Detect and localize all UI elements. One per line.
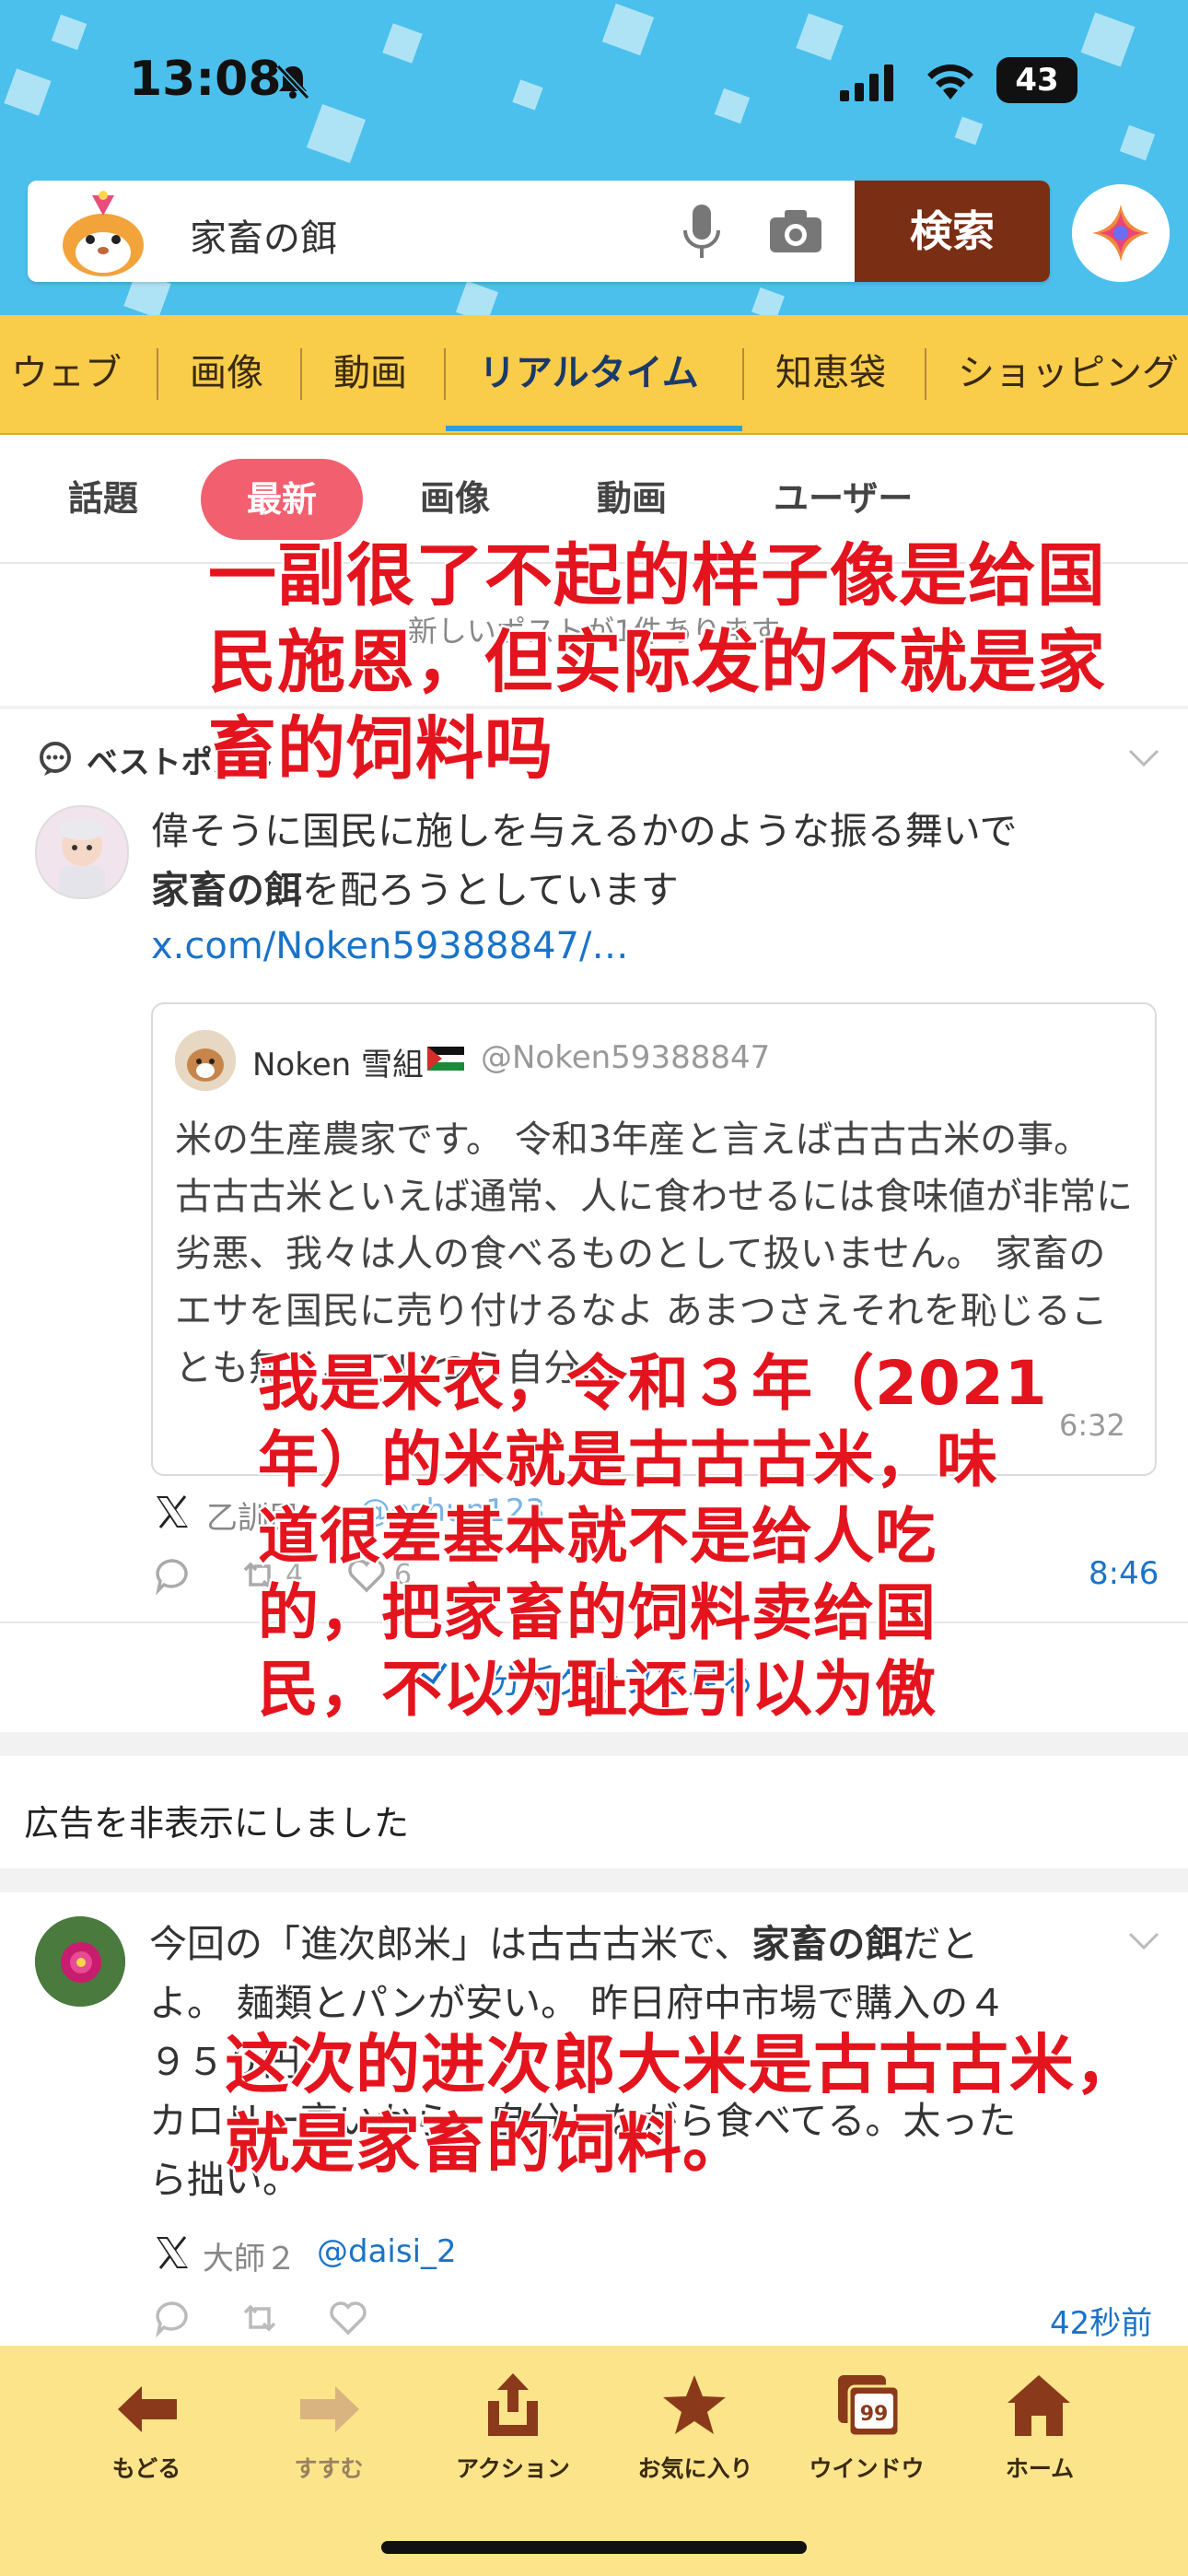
x-logo-icon (157, 1495, 188, 1528)
toolbar-forward-label[interactable]: すすむ (250, 2451, 407, 2484)
chevron-down-icon[interactable] (1127, 748, 1160, 768)
reply-icon[interactable] (153, 1555, 193, 1596)
avatar[interactable] (35, 1916, 125, 2007)
home-indicator[interactable] (381, 2541, 807, 2554)
post-author-handle[interactable]: @daisi_2 (317, 2233, 457, 2270)
quote-author-name[interactable]: Noken 雪組 (252, 1039, 424, 1084)
toolbar-back-label[interactable]: もどる (68, 2451, 225, 2484)
search-button[interactable]: 検索 (855, 181, 1050, 282)
speech-bubble-icon (40, 742, 71, 776)
active-tab-underline (446, 426, 742, 431)
highlight-term: 家畜の餌 (751, 1922, 903, 1966)
repost-icon[interactable] (239, 2298, 280, 2338)
tab-video[interactable]: 動画 (333, 315, 407, 431)
highlight-term: 家畜の餌 (151, 868, 302, 912)
ai-assistant-icon[interactable] (1072, 184, 1170, 282)
post2-text-line1: 今回の「進次郎米」は古古古米で、家畜の餌だと (149, 1914, 978, 1973)
post2-text-line2: よ。 麺類とパンが安い。 昨日府中市場で購入の４ (149, 1981, 1007, 2025)
ad-hidden-notice: 広告を非表示にしました (24, 1803, 410, 1844)
mascot-guinea-pig-icon[interactable] (55, 188, 151, 280)
overlay-annotation-bottom: 这次的进次郎大米是古古古米，就是家畜的饲料。 (223, 2025, 1142, 2184)
quote-author-handle[interactable]: @Noken59388847 (481, 1039, 770, 1076)
home-icon[interactable] (1006, 2371, 1072, 2438)
x-logo-icon (157, 2236, 188, 2269)
tab-shopping[interactable]: ショッピング (958, 315, 1179, 431)
microphone-icon[interactable] (681, 203, 722, 262)
back-arrow-icon[interactable] (114, 2381, 181, 2438)
post1-text-line1: 偉そうに国民に施しを与えるかのような振る舞いで (151, 809, 1018, 853)
clock: 13:08 (129, 52, 282, 107)
tab-chiebukuro[interactable]: 知恵袋 (775, 315, 886, 431)
window-count: 99 (859, 2403, 889, 2426)
status-bar: 13:08 43 (0, 0, 1188, 157)
toolbar-favorites-label[interactable]: お気に入り (617, 2451, 774, 2484)
camera-icon[interactable] (768, 208, 823, 254)
battery-indicator: 43 (996, 57, 1077, 103)
search-input[interactable]: 家畜の餌 (190, 208, 337, 262)
subtab-trending[interactable]: 話題 (68, 470, 138, 521)
post2-text-pre: 今回の「進次郎米」は古古古米で、 (149, 1922, 752, 1966)
signal-icon (840, 64, 893, 101)
avatar[interactable] (175, 1030, 236, 1091)
post2-text-post: だと (903, 1922, 979, 1966)
post1-text-line2: 家畜の餌を配ろうとしています (151, 861, 679, 919)
subtab-images[interactable]: 画像 (420, 470, 490, 521)
tab-realtime[interactable]: リアルタイム (479, 315, 699, 431)
star-icon[interactable] (661, 2371, 728, 2438)
post1-text-rest: を配ろうとしています (302, 868, 679, 912)
overlay-annotation-top: 一副很了不起的样子像是给国民施恩，但实际发的不就是家畜的饲料吗 (206, 534, 1108, 791)
subtab-users[interactable]: ユーザー (774, 470, 913, 521)
toolbar-home-label[interactable]: ホーム (961, 2451, 1118, 2484)
quote-timestamp: 6:32 (1059, 1408, 1125, 1443)
bell-muted-icon (275, 64, 310, 100)
post-author-name[interactable]: 大師２ (203, 2233, 297, 2278)
forward-arrow-icon[interactable] (297, 2381, 363, 2438)
palestine-flag-icon (427, 1047, 464, 1071)
toolbar-window-label[interactable]: ウインドウ (788, 2451, 945, 2484)
tab-images[interactable]: 画像 (190, 315, 263, 431)
category-tabs: ウェブ 画像 動画 リアルタイム 知恵袋 ショッピング (0, 315, 1188, 435)
chevron-down-icon[interactable] (1127, 1931, 1160, 1951)
reply-icon[interactable] (153, 2298, 193, 2338)
wifi-icon (927, 64, 973, 100)
overlay-annotation-middle: 我是米农，令和３年（2021年）的米就是古古古米，味道很差基本就不是给人吃的，把… (256, 1346, 1050, 1727)
post1-link[interactable]: x.com/Noken59388847/… (151, 925, 628, 967)
post-timestamp[interactable]: 42秒前 (1050, 2298, 1152, 2343)
like-heart-icon[interactable] (328, 2298, 368, 2338)
subtab-video[interactable]: 動画 (597, 470, 667, 521)
avatar[interactable] (35, 805, 129, 899)
subtab-latest[interactable]: 最新 (201, 459, 363, 540)
toolbar-action-label[interactable]: アクション (435, 2451, 591, 2484)
post-timestamp[interactable]: 8:46 (1089, 1555, 1159, 1592)
share-icon[interactable] (481, 2370, 545, 2440)
tab-web[interactable]: ウェブ (11, 315, 122, 431)
